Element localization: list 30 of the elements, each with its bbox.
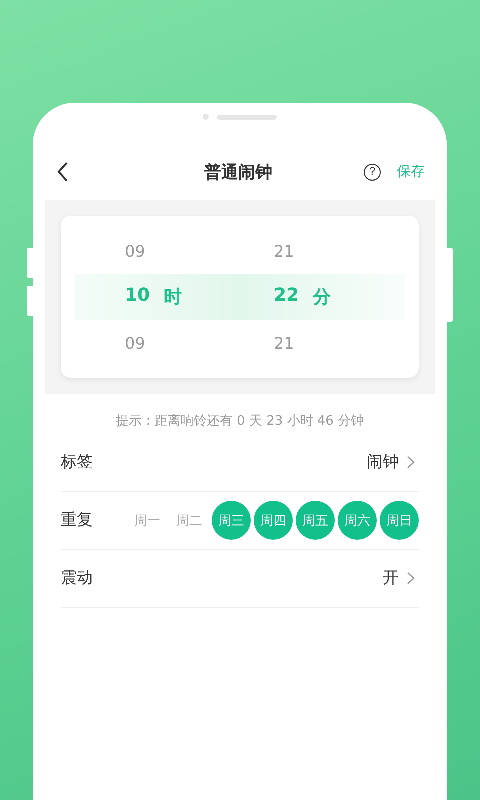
back-icon[interactable] (57, 162, 69, 182)
picker-option[interactable]: 21 (220, 334, 369, 352)
time-picker[interactable]: 09 21 10 时 22 分 09 21 (61, 216, 419, 378)
picker-option[interactable]: 09 (111, 334, 220, 352)
weekday-toggle[interactable]: 周一 (128, 501, 167, 540)
help-button[interactable]: ? (364, 164, 381, 180)
setting-value[interactable]: 闹钟 (367, 452, 399, 473)
weekday-toggle[interactable]: 周四 (254, 501, 293, 540)
camera-dot (203, 114, 209, 120)
weekday-toggle[interactable]: 周日 (380, 501, 419, 540)
setting-label: 标签 (61, 452, 94, 473)
chevron-icon (407, 456, 415, 469)
hint-text: 提示：距离响铃还有 0 天 23 小时 46 分钟 (114, 413, 366, 430)
picker-value: 22 (274, 285, 300, 308)
save-button[interactable]: 保存 (397, 163, 425, 181)
picker-value: 10 (125, 285, 150, 308)
setting-label: 震动 (61, 568, 94, 589)
speaker-slot (217, 114, 277, 120)
weekday-toggle[interactable]: 周三 (212, 501, 251, 540)
weekday-toggle[interactable]: 周二 (170, 501, 209, 540)
weekday-toggle[interactable]: 周六 (338, 501, 377, 540)
picker-option[interactable]: 09 (111, 242, 220, 260)
picker-unit: 时 (164, 286, 182, 309)
setting-label: 重复 (61, 510, 94, 531)
picker-option[interactable]: 21 (220, 242, 369, 260)
chevron-icon (407, 572, 415, 585)
picker-unit: 分 (313, 286, 332, 309)
setting-value[interactable]: 开 (383, 568, 399, 589)
page-title: 普通闹钟 (204, 162, 274, 184)
weekday-toggle[interactable]: 周五 (296, 501, 335, 540)
